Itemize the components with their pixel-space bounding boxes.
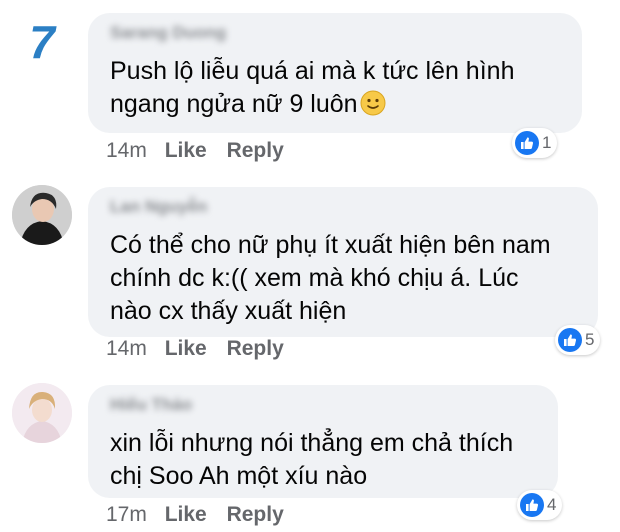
comment-text-line: chị Soo Ah một xíu nào xyxy=(110,462,368,490)
reaction-count: 4 xyxy=(547,495,557,514)
avatar-image xyxy=(12,185,72,245)
like-reaction-icon xyxy=(520,493,544,517)
like-button[interactable]: Like xyxy=(165,503,207,526)
comment-actions: 14m Like Reply xyxy=(106,139,284,163)
like-button[interactable]: Like xyxy=(165,139,207,162)
comment-text-line: ngang ngửa nữ 9 luôn xyxy=(110,88,568,125)
comment-text-line: Push lộ liễu quá ai mà k tức lên hình xyxy=(110,57,515,85)
reaction-summary[interactable]: 1 xyxy=(512,128,558,158)
avatar-image xyxy=(12,383,72,443)
like-button[interactable]: Like xyxy=(165,337,207,360)
avatar-image: 7 xyxy=(29,16,57,68)
avatar[interactable] xyxy=(12,383,72,443)
comment-text: Có thể cho nữ phụ ít xuất hiện bên nam c… xyxy=(110,229,584,328)
comment-timestamp[interactable]: 17m xyxy=(106,503,147,526)
comment-text-line: Có thể cho nữ phụ ít xuất hiện bên nam xyxy=(110,231,551,259)
comment-text: xin lỗi nhưng nói thẳng em chả thích chị… xyxy=(110,427,544,493)
comment-timestamp[interactable]: 14m xyxy=(106,139,147,162)
comment-actions: 14m Like Reply xyxy=(106,337,284,361)
comment-author[interactable]: Sarang Duong xyxy=(110,23,226,43)
like-reaction-icon xyxy=(558,328,582,352)
slightly-smiling-face-icon xyxy=(360,90,386,125)
reaction-count: 1 xyxy=(542,133,552,152)
reaction-count: 5 xyxy=(585,330,595,349)
avatar[interactable] xyxy=(12,185,72,245)
svg-text:7: 7 xyxy=(29,16,57,68)
reply-button[interactable]: Reply xyxy=(227,503,284,526)
comment-timestamp[interactable]: 14m xyxy=(106,337,147,360)
comment-bubble: Sarang Duong Push lộ liễu quá ai mà k tứ… xyxy=(88,13,582,133)
comment-text-line: xin lỗi nhưng nói thẳng em chả thích xyxy=(110,429,514,457)
comment-actions: 17m Like Reply xyxy=(106,503,284,527)
comment-author[interactable]: Hiếu Thảo xyxy=(110,395,192,415)
reaction-summary[interactable]: 4 xyxy=(517,490,563,520)
comment-text-line: nào cx thấy xuất hiện xyxy=(110,297,347,325)
reaction-summary[interactable]: 5 xyxy=(555,325,601,355)
comment-bubble: Hiếu Thảo xin lỗi nhưng nói thẳng em chả… xyxy=(88,385,558,498)
comment-bubble: Lan Nguyễn Có thể cho nữ phụ ít xuất hiệ… xyxy=(88,187,598,337)
comment-author[interactable]: Lan Nguyễn xyxy=(110,197,207,217)
reply-button[interactable]: Reply xyxy=(227,337,284,360)
comment-text-line: chính dc k:(( xem mà khó chịu á. Lúc xyxy=(110,264,519,292)
like-reaction-icon xyxy=(515,131,539,155)
reply-button[interactable]: Reply xyxy=(227,139,284,162)
comment-text: Push lộ liễu quá ai mà k tức lên hình ng… xyxy=(110,55,568,125)
avatar[interactable]: 7 xyxy=(12,10,72,70)
